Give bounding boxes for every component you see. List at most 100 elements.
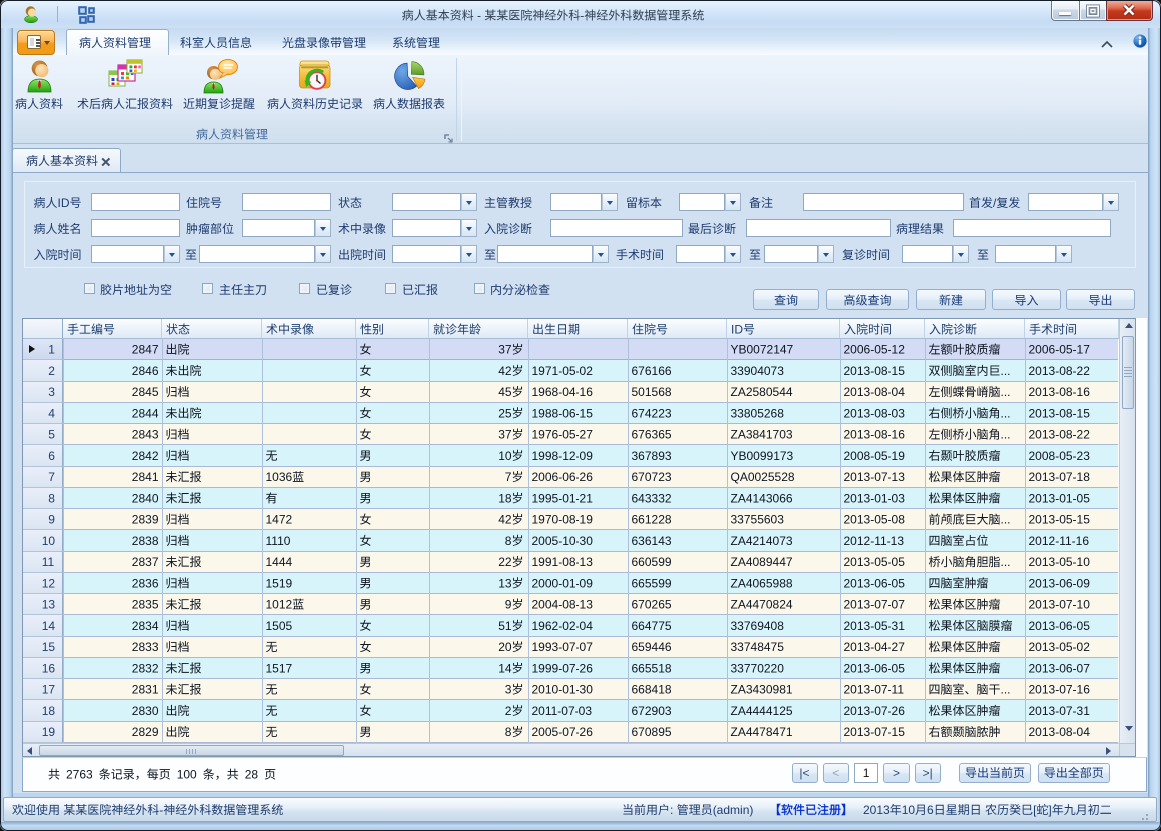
svg-text:1472: 1472 <box>266 513 293 527</box>
svg-text:660599: 660599 <box>632 555 672 569</box>
svg-text:>: > <box>893 766 900 780</box>
svg-text:1995-01-21: 1995-01-21 <box>532 491 594 505</box>
svg-text:659446: 659446 <box>632 640 672 654</box>
svg-text:2006-06-26: 2006-06-26 <box>532 470 594 484</box>
svg-text:1444: 1444 <box>266 555 293 569</box>
svg-text:20: 20 <box>498 640 512 654</box>
svg-text:10: 10 <box>42 534 56 548</box>
svg-text:YB0072147: YB0072147 <box>731 343 794 357</box>
svg-text:2013-08-15: 2013-08-15 <box>844 364 906 378</box>
svg-text:13: 13 <box>42 598 56 612</box>
svg-text:5: 5 <box>48 428 55 442</box>
svg-text:...: ... <box>1001 406 1011 420</box>
svg-text:2831: 2831 <box>132 683 159 697</box>
svg-text:670895: 670895 <box>632 725 672 739</box>
svg-text:1: 1 <box>48 343 55 357</box>
svg-text:1999-07-26: 1999-07-26 <box>532 661 594 675</box>
svg-text:1970-08-19: 1970-08-19 <box>532 513 594 527</box>
svg-text:2013-08-16: 2013-08-16 <box>1029 385 1091 399</box>
svg-text:3: 3 <box>505 683 512 697</box>
svg-text:1991-08-13: 1991-08-13 <box>532 555 594 569</box>
svg-text:ID: ID <box>58 196 70 210</box>
svg-text:ZA4214073: ZA4214073 <box>731 534 793 548</box>
svg-text:18: 18 <box>498 491 512 505</box>
svg-text:2013-06-05: 2013-06-05 <box>844 576 906 590</box>
svg-text:51: 51 <box>498 619 512 633</box>
svg-text:15: 15 <box>42 640 56 654</box>
svg-text:674223: 674223 <box>632 406 672 420</box>
svg-text:2013-05-08: 2013-05-08 <box>844 513 906 527</box>
svg-text:676166: 676166 <box>632 364 672 378</box>
svg-text:1971-05-02: 1971-05-02 <box>532 364 594 378</box>
svg-text:2008-05-19: 2008-05-19 <box>844 449 906 463</box>
svg-text:676365: 676365 <box>632 428 672 442</box>
svg-text:ZA3841703: ZA3841703 <box>731 428 793 442</box>
svg-text:7: 7 <box>48 470 55 484</box>
svg-text:2829: 2829 <box>132 725 159 739</box>
svg-text:6: 6 <box>48 449 55 463</box>
svg-text:...: ... <box>1001 513 1011 527</box>
svg-text:1: 1 <box>863 766 870 780</box>
svg-text:42: 42 <box>498 513 512 527</box>
svg-text:2013-05-15: 2013-05-15 <box>1029 513 1091 527</box>
svg-text:33748475: 33748475 <box>731 640 785 654</box>
svg-text:ZA2580544: ZA2580544 <box>731 385 793 399</box>
svg-text:2013-07-07: 2013-07-07 <box>844 598 906 612</box>
svg-text:643332: 643332 <box>632 491 672 505</box>
svg-text:33755603: 33755603 <box>731 513 785 527</box>
svg-text:1110: 1110 <box>266 534 291 548</box>
svg-text:2004-08-13: 2004-08-13 <box>532 598 594 612</box>
svg-text:14: 14 <box>498 661 512 675</box>
svg-text:2013-07-18: 2013-07-18 <box>1029 470 1091 484</box>
svg-text:2005-07-26: 2005-07-26 <box>532 725 594 739</box>
svg-text:-: - <box>580 9 584 23</box>
svg-text:670723: 670723 <box>632 470 672 484</box>
svg-text:2842: 2842 <box>132 449 159 463</box>
svg-text:2013-07-26: 2013-07-26 <box>844 704 906 718</box>
svg-text:|<: |< <box>799 766 809 780</box>
svg-text:2013-08-22: 2013-08-22 <box>1029 364 1091 378</box>
svg-text:2013-08-16: 2013-08-16 <box>844 428 906 442</box>
svg-text:2005-10-30: 2005-10-30 <box>532 534 594 548</box>
svg-text:1976-05-27: 1976-05-27 <box>532 428 594 442</box>
svg-text:[: [ <box>1033 803 1037 817</box>
svg-text:10: 10 <box>902 803 916 817</box>
svg-text:1998-12-09: 1998-12-09 <box>532 449 594 463</box>
svg-text:2013-04-27: 2013-04-27 <box>844 640 906 654</box>
svg-text:2: 2 <box>505 704 512 718</box>
svg-text:2839: 2839 <box>132 513 159 527</box>
svg-text:ZA4143066: ZA4143066 <box>731 491 793 505</box>
svg-text:...: ... <box>1001 428 1011 442</box>
svg-text:2844: 2844 <box>132 406 159 420</box>
svg-text:1993-07-07: 1993-07-07 <box>532 640 594 654</box>
svg-text:...: ... <box>1001 683 1011 697</box>
svg-text:2013-07-13: 2013-07-13 <box>844 470 906 484</box>
svg-text:13: 13 <box>498 576 512 590</box>
svg-text:2000-01-09: 2000-01-09 <box>532 576 594 590</box>
svg-text:2008-05-23: 2008-05-23 <box>1029 449 1091 463</box>
svg-text:9: 9 <box>48 513 55 527</box>
svg-text:12: 12 <box>42 576 56 590</box>
svg-text:2845: 2845 <box>132 385 159 399</box>
svg-text:2013-06-05: 2013-06-05 <box>1029 619 1091 633</box>
svg-text:(admin): (admin) <box>713 803 754 817</box>
svg-text:2838: 2838 <box>132 534 159 548</box>
svg-text::: : <box>670 803 677 817</box>
svg-text:2840: 2840 <box>132 491 159 505</box>
svg-text:QA0025528: QA0025528 <box>731 470 795 484</box>
svg-text:2012-11-16: 2012-11-16 <box>1029 534 1090 548</box>
svg-text:665518: 665518 <box>632 661 672 675</box>
svg-text:2013: 2013 <box>863 803 890 817</box>
svg-text:2836: 2836 <box>132 576 159 590</box>
svg-text:33769408: 33769408 <box>731 619 785 633</box>
svg-text:2: 2 <box>48 364 55 378</box>
svg-text:2013-07-11: 2013-07-11 <box>844 683 905 697</box>
svg-text:19: 19 <box>42 725 56 739</box>
svg-text:1012: 1012 <box>266 598 293 612</box>
svg-text:33805268: 33805268 <box>731 406 785 420</box>
svg-text:2013-08-04: 2013-08-04 <box>844 385 906 399</box>
svg-text:28: 28 <box>245 768 259 782</box>
svg-text:2013-07-10: 2013-07-10 <box>1029 598 1091 612</box>
svg-text:2846: 2846 <box>132 364 159 378</box>
svg-text:2832: 2832 <box>132 661 159 675</box>
